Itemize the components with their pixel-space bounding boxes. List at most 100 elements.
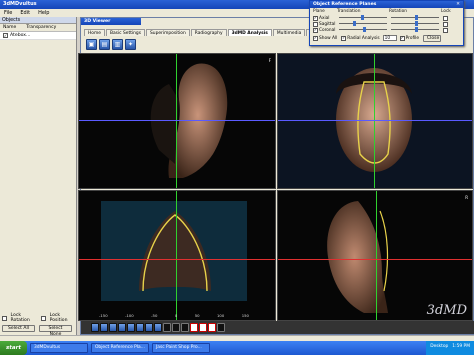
object-visible-checkbox[interactable]: ✓ bbox=[3, 33, 8, 38]
tab-home[interactable]: Home bbox=[84, 29, 105, 36]
export-icon[interactable]: ▥ bbox=[112, 39, 123, 50]
sagittal-label: Sagittal bbox=[319, 21, 336, 27]
coronal-rotation-slider[interactable] bbox=[391, 26, 439, 32]
objects-panel: Objects Name Transparency ✓ Atebox... Lo… bbox=[0, 17, 77, 337]
object-name: Atebox... bbox=[10, 33, 31, 38]
coronal-translation-slider[interactable] bbox=[339, 26, 387, 32]
view-reset-icon[interactable] bbox=[154, 323, 162, 332]
sagittal-rotation-slider[interactable] bbox=[391, 20, 439, 26]
lock-rotation-label: Lock Rotation bbox=[10, 313, 30, 323]
coronal-line bbox=[79, 259, 275, 260]
tab-3dmd-analysis[interactable]: 3dMD Analysis bbox=[227, 29, 272, 36]
tray-clock: 1:59 PM bbox=[452, 344, 470, 349]
view-bottom-icon[interactable] bbox=[136, 323, 144, 332]
coronal-line-side bbox=[278, 259, 472, 260]
hdr-rotation: Rotation bbox=[389, 9, 407, 14]
settings-icon[interactable]: ✦ bbox=[125, 39, 136, 50]
sagittal-checkbox[interactable] bbox=[313, 21, 318, 27]
tab-multimedia[interactable]: Multimedia bbox=[272, 29, 306, 36]
hdr-translation: Translation bbox=[337, 9, 361, 14]
layout-1-icon[interactable] bbox=[190, 323, 198, 332]
sagittal-lock-checkbox[interactable] bbox=[443, 21, 448, 27]
menu-edit[interactable]: Edit bbox=[20, 10, 30, 16]
objects-header: Objects bbox=[0, 17, 76, 24]
ruler-tick: 50 bbox=[194, 313, 200, 318]
viewport-bottom-left[interactable]: -150 -100 -50 0 50 100 150 bbox=[78, 190, 276, 321]
wireframe-icon[interactable] bbox=[163, 323, 171, 332]
dialog-title-bar: Object Reference Planes ✕ bbox=[310, 1, 463, 8]
view-back-icon[interactable] bbox=[100, 323, 108, 332]
objects-columns: Name Transparency bbox=[0, 24, 76, 32]
axial-translation-slider[interactable] bbox=[339, 14, 387, 20]
app-title: 3dMDvultus bbox=[3, 1, 37, 7]
tab-radiography[interactable]: Radiography bbox=[190, 29, 227, 36]
viewer-window: 3D Viewer Home Basic Settings Superimpos… bbox=[78, 17, 474, 335]
select-none-button[interactable]: Select None bbox=[39, 325, 72, 337]
layout-4-icon[interactable] bbox=[208, 323, 216, 332]
open-icon[interactable]: ▣ bbox=[86, 39, 97, 50]
radial-analysis-label: Radial Analysis bbox=[347, 35, 380, 41]
show-all-checkbox[interactable]: ✓ bbox=[313, 35, 318, 41]
close-icon[interactable]: ✕ bbox=[456, 2, 460, 7]
start-button[interactable]: start bbox=[0, 341, 27, 355]
col-transparency: Transparency bbox=[26, 25, 57, 30]
menu-file[interactable]: File bbox=[4, 10, 12, 16]
dialog-options: ✓ Show All ✓ Radial Analysis 10 ✓ Profil… bbox=[310, 34, 463, 42]
radial-value-field[interactable]: 10 bbox=[382, 35, 397, 41]
viewport-bottom-right[interactable]: R bbox=[277, 190, 473, 321]
save-icon[interactable]: ▤ bbox=[99, 39, 110, 50]
viewport-top-left[interactable]: F bbox=[78, 53, 276, 189]
profile-checkbox[interactable]: ✓ bbox=[399, 35, 405, 41]
pane-mark-f: F bbox=[268, 58, 271, 63]
viewer-title: 3D Viewer bbox=[81, 18, 141, 25]
texture-icon[interactable] bbox=[172, 323, 180, 332]
ruler-tick: -50 bbox=[151, 313, 158, 318]
axial-checkbox[interactable]: ✓ bbox=[313, 15, 318, 21]
object-row[interactable]: ✓ Atebox... bbox=[0, 32, 76, 40]
taskbar-item-paintshop[interactable]: Jasc Paint Shop Pro... bbox=[151, 343, 210, 353]
system-tray: Desktop 1:59 PM bbox=[426, 341, 474, 355]
axial-label: Axial bbox=[319, 15, 330, 21]
horizontal-ruler: -150 -100 -50 0 50 100 150 bbox=[99, 313, 249, 318]
lock-rotation-checkbox[interactable] bbox=[2, 315, 7, 321]
layout-2-icon[interactable] bbox=[199, 323, 207, 332]
objects-controls: Lock Rotation Lock Position Select All S… bbox=[0, 312, 77, 337]
view-left-icon[interactable] bbox=[109, 323, 117, 332]
view-iso-icon[interactable] bbox=[145, 323, 153, 332]
coronal-label: Coronal bbox=[319, 27, 336, 33]
taskbar-item-vultus[interactable]: 3dMDvultus bbox=[29, 343, 88, 353]
ruler-tick: 150 bbox=[241, 313, 249, 318]
axial-rotation-slider[interactable] bbox=[391, 14, 439, 20]
axial-line bbox=[79, 120, 275, 121]
grid-icon[interactable] bbox=[181, 323, 189, 332]
dialog-headers: Plane Translation Rotation Lock bbox=[310, 8, 463, 15]
view-top-icon[interactable] bbox=[127, 323, 135, 332]
tab-basic-settings[interactable]: Basic Settings bbox=[105, 29, 145, 36]
tab-superimposition[interactable]: Superimposition bbox=[146, 29, 190, 36]
ruler-tick: 100 bbox=[216, 313, 225, 318]
axial-lock-checkbox[interactable] bbox=[443, 15, 448, 21]
camera-icon[interactable] bbox=[217, 323, 225, 332]
coronal-checkbox[interactable]: ✓ bbox=[313, 27, 318, 33]
hdr-lock: Lock bbox=[441, 9, 451, 14]
lock-position-checkbox[interactable] bbox=[41, 315, 46, 321]
select-all-button[interactable]: Select All bbox=[2, 325, 35, 332]
frontal-face-render bbox=[336, 68, 412, 172]
profile-label: Profile bbox=[405, 35, 420, 41]
sagittal-translation-slider[interactable] bbox=[339, 20, 387, 26]
taskbar-item-ref-planes[interactable]: Object Reference Pla... bbox=[90, 343, 149, 353]
radial-analysis-checkbox[interactable]: ✓ bbox=[341, 35, 347, 41]
tray-desktop[interactable]: Desktop bbox=[430, 344, 448, 352]
view-right-icon[interactable] bbox=[118, 323, 126, 332]
viewport-top-right[interactable] bbox=[277, 53, 473, 189]
close-button[interactable]: Close bbox=[423, 34, 442, 42]
lock-position-label: Lock Position bbox=[49, 313, 68, 323]
hdr-plane: Plane bbox=[313, 9, 325, 14]
brand-logo: 3dMD bbox=[426, 303, 467, 318]
ruler-tick: -150 bbox=[99, 313, 108, 318]
ruler-tick: -100 bbox=[125, 313, 134, 318]
col-name: Name bbox=[3, 25, 17, 30]
menu-help[interactable]: Help bbox=[38, 10, 49, 16]
coronal-lock-checkbox[interactable] bbox=[443, 27, 448, 33]
view-front-icon[interactable] bbox=[91, 323, 99, 332]
